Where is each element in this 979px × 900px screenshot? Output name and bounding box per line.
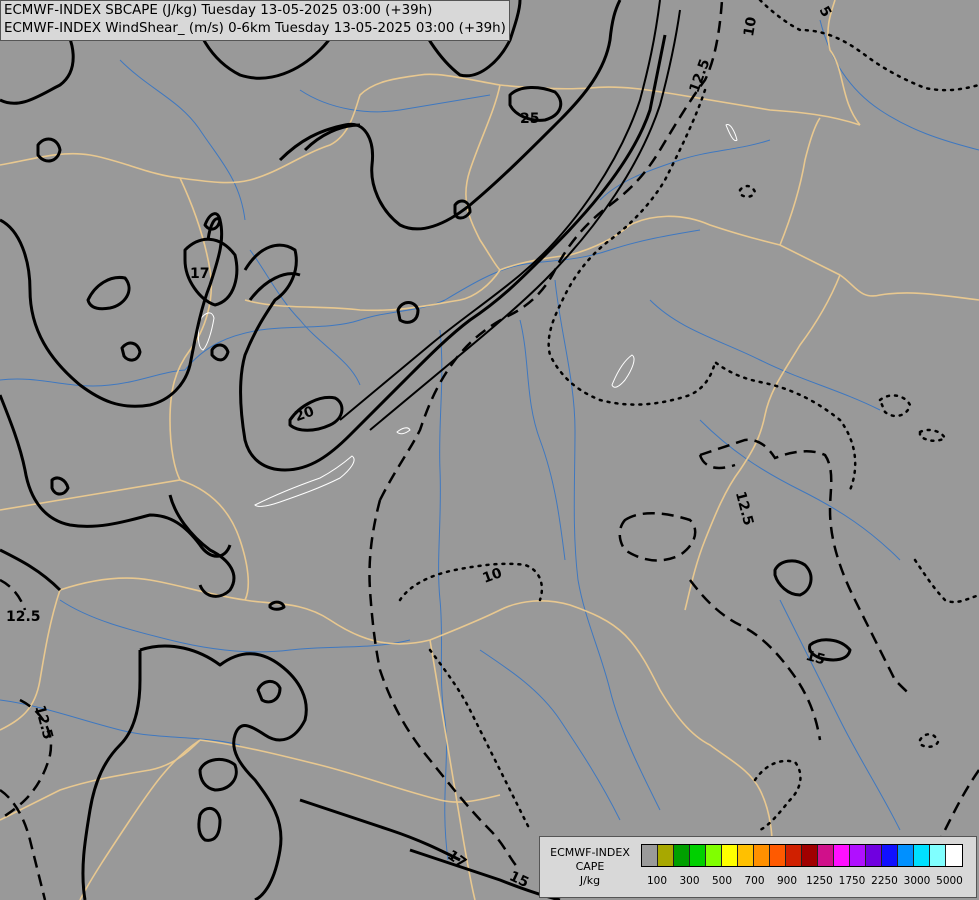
legend-color-scale	[641, 844, 963, 867]
legend-swatch	[818, 845, 834, 866]
contour-label: 25	[520, 111, 539, 127]
cape-legend: ECMWF-INDEX CAPE J/kg 100 300 500 700 900 125…	[539, 836, 977, 898]
legend-swatch	[722, 845, 738, 866]
legend-name-line: J/kg	[579, 874, 601, 887]
legend-swatch	[834, 845, 850, 866]
legend-swatch	[914, 845, 930, 866]
legend-swatch	[930, 845, 946, 866]
legend-swatch	[946, 845, 962, 866]
legend-name-line: CAPE	[575, 860, 605, 873]
legend-name: ECMWF-INDEX CAPE J/kg	[542, 846, 638, 888]
legend-tick: 900	[776, 875, 798, 887]
legend-swatch	[754, 845, 770, 866]
map-background	[0, 0, 979, 900]
contour-label: 10	[741, 15, 760, 37]
legend-swatch	[706, 845, 722, 866]
legend-tick: 1250	[806, 875, 833, 887]
legend-swatch	[786, 845, 802, 866]
title-windshear: ECMWF-INDEX WindShear_ (m/s) 0-6km Tuesd…	[4, 21, 506, 36]
map-title-box: ECMWF-INDEX SBCAPE (J/kg) Tuesday 13-05-…	[0, 0, 510, 41]
legend-name-line: ECMWF-INDEX	[550, 846, 630, 859]
legend-tick: 100	[646, 875, 668, 887]
legend-tick: 3000	[903, 875, 931, 887]
legend-swatch	[642, 845, 658, 866]
legend-swatch	[770, 845, 786, 866]
legend-tick: 300	[679, 875, 700, 887]
legend-tick: 500	[711, 875, 733, 887]
legend-swatch	[866, 845, 882, 866]
legend-tick: 2250	[871, 875, 898, 887]
contour-label: 12.5	[6, 609, 41, 625]
map-canvas: 5 10 12.5 25 17 20 12.5 10 12.5 12.5 15 …	[0, 0, 979, 900]
legend-swatch	[882, 845, 898, 866]
legend-swatch	[690, 845, 706, 866]
legend-swatch	[738, 845, 754, 866]
contour-label: 17	[190, 266, 209, 282]
legend-tick: 700	[744, 875, 765, 887]
legend-swatch	[850, 845, 866, 866]
legend-swatch	[802, 845, 818, 866]
legend-tick: 1750	[838, 875, 866, 887]
legend-tick: 5000	[936, 875, 963, 887]
legend-swatch	[658, 845, 674, 866]
title-cape: ECMWF-INDEX SBCAPE (J/kg) Tuesday 13-05-…	[4, 3, 433, 18]
legend-swatch	[674, 845, 690, 866]
legend-swatch	[898, 845, 914, 866]
